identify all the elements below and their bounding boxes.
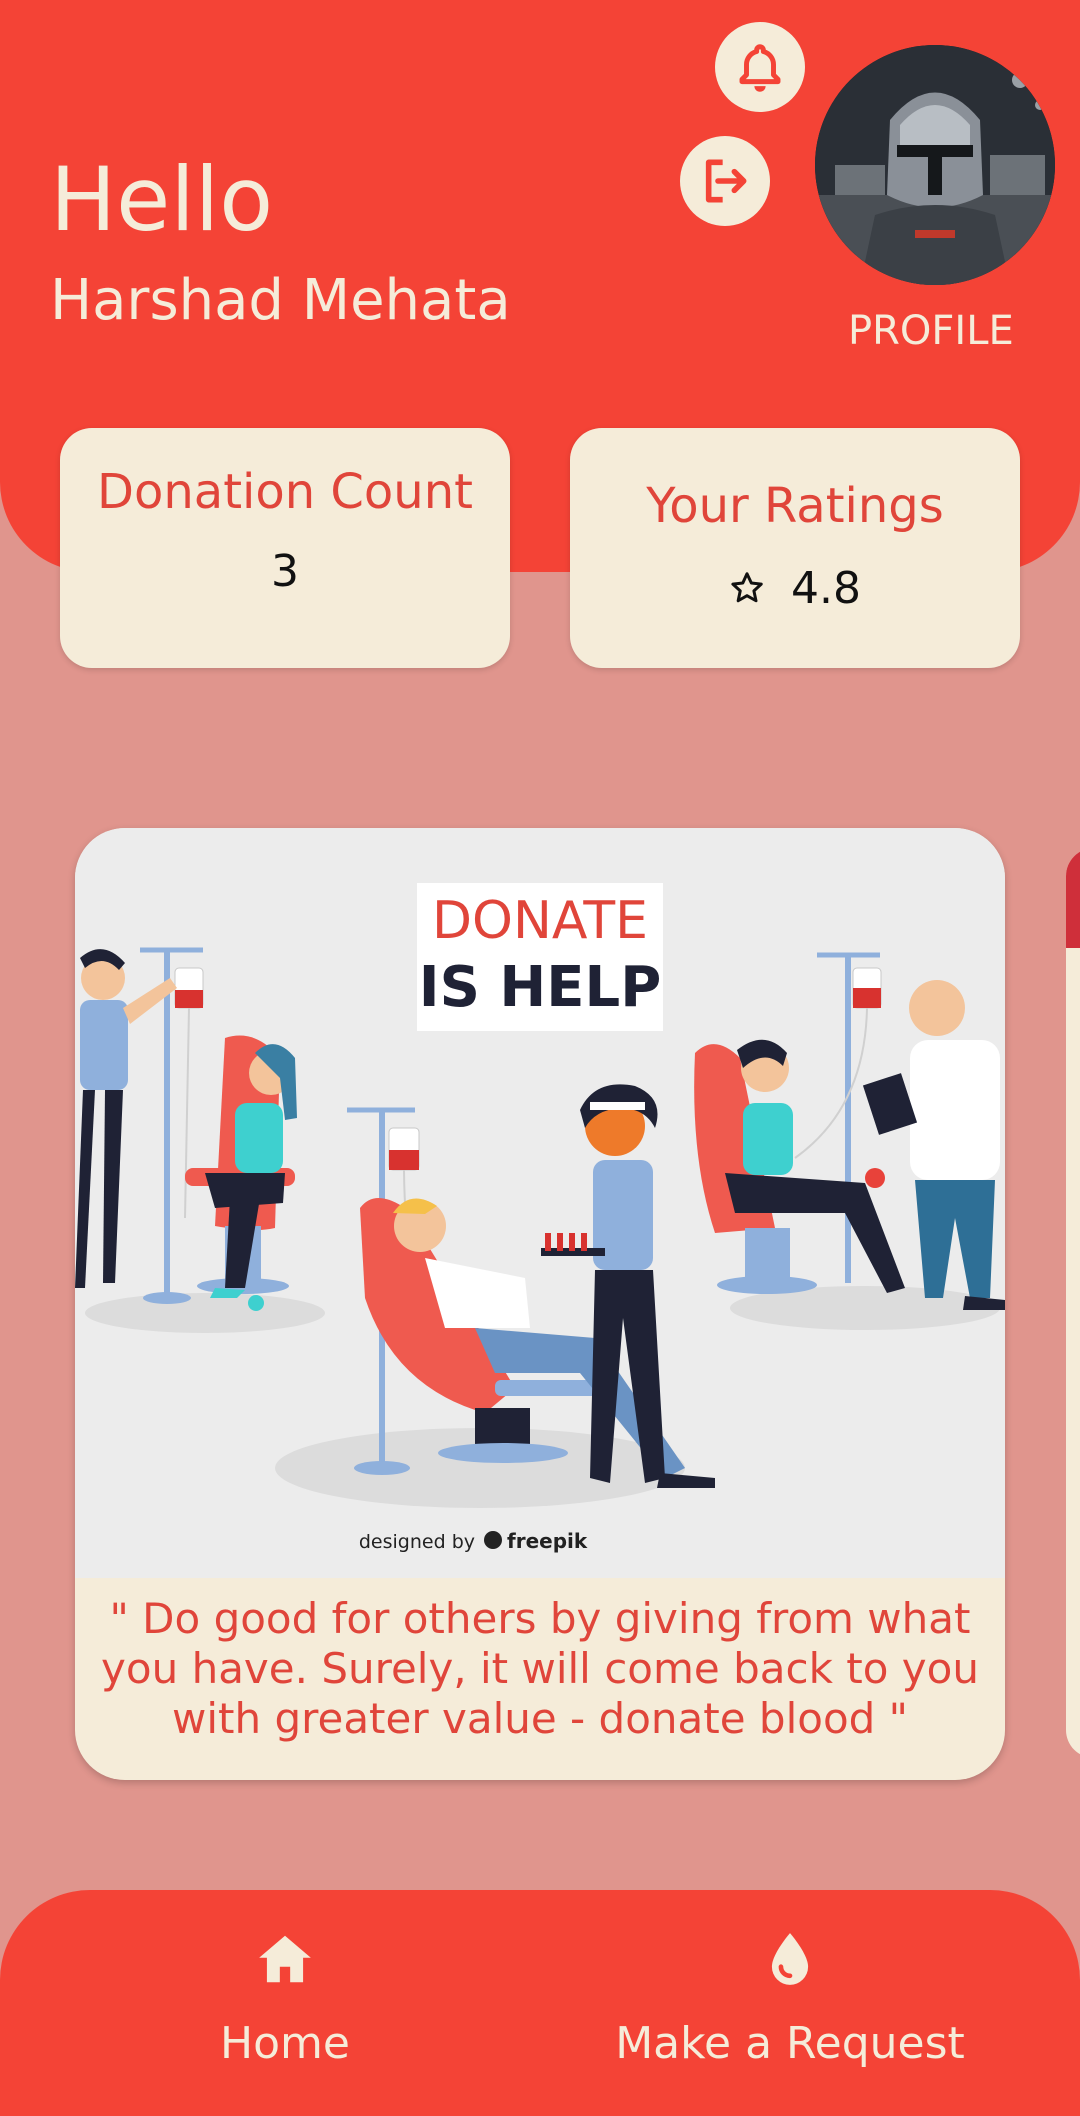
donate-illustration: DONATE IS HELP designed by freepik	[75, 828, 1005, 1578]
freepik-logo-icon	[484, 1531, 502, 1549]
ratings-card: Your Ratings 4.8	[570, 428, 1020, 668]
notifications-button[interactable]	[715, 22, 805, 112]
bell-icon	[739, 44, 781, 92]
carousel-card[interactable]: DONATE IS HELP designed by freepik " Do …	[75, 828, 1005, 1780]
ratings-title: Your Ratings	[646, 478, 944, 534]
profile-label[interactable]: PROFILE	[848, 308, 1014, 354]
credit-prefix: designed by	[359, 1531, 475, 1553]
user-name: Harshad Mehata	[50, 268, 511, 333]
ratings-value: 4.8	[791, 562, 861, 614]
quote-text: " Do good for others by giving from what…	[101, 1594, 979, 1743]
logout-button[interactable]	[680, 136, 770, 226]
donation-scene-image: DONATE IS HELP designed by freepik	[75, 883, 1005, 1553]
nav-make-request-label: Make a Request	[615, 2018, 965, 2069]
nav-home-label: Home	[220, 2018, 350, 2069]
banner-line1: DONATE	[432, 891, 648, 951]
credit-brand: freepik	[507, 1529, 588, 1553]
donation-count-card: Donation Count 3	[60, 428, 510, 668]
star-outline-icon	[731, 572, 763, 603]
avatar-image	[815, 45, 1055, 285]
blood-drop-icon	[771, 1933, 809, 1985]
bottom-nav: Home Make a Request	[0, 1890, 1080, 2116]
nav-make-request[interactable]: Make a Request	[590, 1890, 990, 2116]
carousel-next-card-peek[interactable]	[1066, 848, 1080, 1758]
greeting-text: Hello	[50, 148, 274, 251]
home-icon	[259, 1935, 311, 1983]
donation-count-title: Donation Count	[97, 464, 473, 520]
banner-line2: IS HELP	[419, 955, 662, 1020]
logout-icon	[705, 159, 747, 203]
ratings-value-row: 4.8	[570, 560, 1020, 614]
donation-count-value: 3	[271, 546, 299, 597]
nav-home[interactable]: Home	[85, 1890, 485, 2116]
profile-avatar[interactable]	[815, 45, 1055, 285]
